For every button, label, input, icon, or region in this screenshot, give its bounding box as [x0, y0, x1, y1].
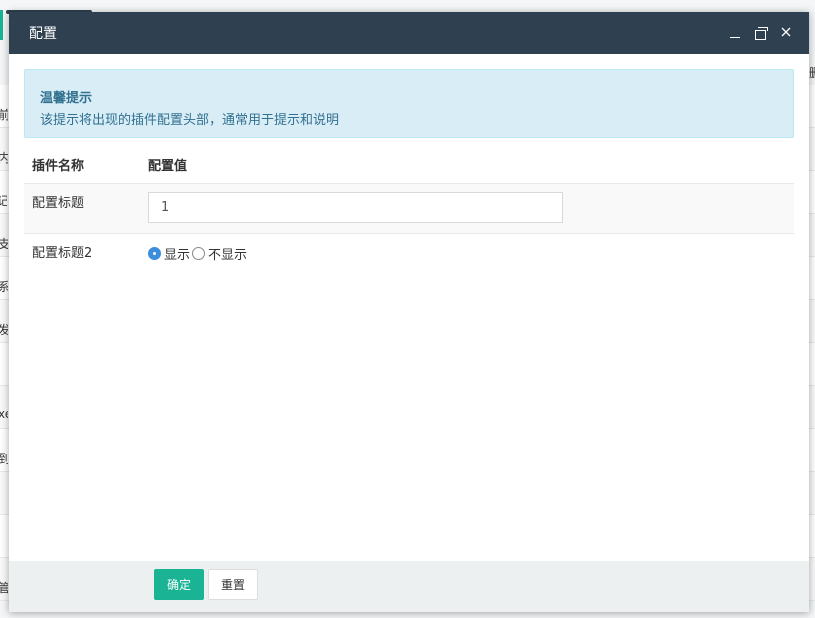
config-title-input[interactable]: [148, 191, 563, 223]
background-text: 内: [0, 151, 8, 165]
reset-button[interactable]: 重置: [208, 569, 258, 600]
config-dialog: 配置 温馨提示 该提示将出现的插件配置头部，通常用于提示和说明 插件名称 配置值: [9, 12, 809, 612]
dialog-footer: 确定 重置: [9, 561, 809, 612]
radio-hide[interactable]: 不显示: [192, 244, 247, 263]
background-text: 前: [0, 108, 8, 122]
minimize-icon[interactable]: [729, 27, 741, 39]
config-value-cell: 显示 不显示: [140, 233, 794, 271]
background-text: 系: [0, 280, 8, 294]
background-text: 管: [0, 581, 8, 595]
alert-text: 该提示将出现的插件配置头部，通常用于提示和说明: [40, 113, 340, 128]
radio-unchecked-icon[interactable]: [192, 246, 206, 260]
column-header-value: 配置值: [140, 146, 794, 184]
config-value-cell: [140, 183, 794, 234]
info-alert: 温馨提示 该提示将出现的插件配置头部，通常用于提示和说明: [24, 69, 794, 138]
confirm-button[interactable]: 确定: [154, 569, 204, 600]
config-table: 插件名称 配置值 配置标题 配置标题2: [24, 146, 794, 271]
dialog-title: 配置: [29, 26, 57, 42]
radio-label: 不显示: [208, 247, 248, 263]
radio-checked-icon[interactable]: [148, 246, 161, 260]
restore-icon[interactable]: [755, 27, 768, 40]
background-text: 支: [0, 237, 8, 251]
radio-show[interactable]: 显示: [148, 244, 190, 263]
background-tab-marker: [0, 10, 3, 40]
config-name: 配置标题2: [24, 233, 140, 271]
dialog-body: 温馨提示 该提示将出现的插件配置头部，通常用于提示和说明 插件名称 配置值 配置…: [9, 54, 809, 561]
background-text: 到: [0, 452, 8, 466]
background-text: 删: [809, 64, 815, 84]
table-row: 配置标题2 显示 不显示: [24, 233, 794, 271]
config-name: 配置标题: [24, 183, 140, 234]
background-text: xe: [0, 407, 8, 421]
table-header-row: 插件名称 配置值: [24, 146, 794, 184]
column-header-name: 插件名称: [24, 146, 140, 184]
dialog-header[interactable]: 配置: [9, 12, 809, 54]
alert-title: 温馨提示: [40, 91, 93, 106]
table-row: 配置标题: [24, 183, 794, 234]
background-text: 发: [0, 323, 8, 337]
radio-label: 显示: [164, 247, 191, 263]
display-radio-group: 显示 不显示: [148, 242, 786, 263]
close-icon[interactable]: [781, 27, 793, 39]
window-controls: [729, 27, 793, 40]
background-text: 记: [0, 194, 7, 208]
